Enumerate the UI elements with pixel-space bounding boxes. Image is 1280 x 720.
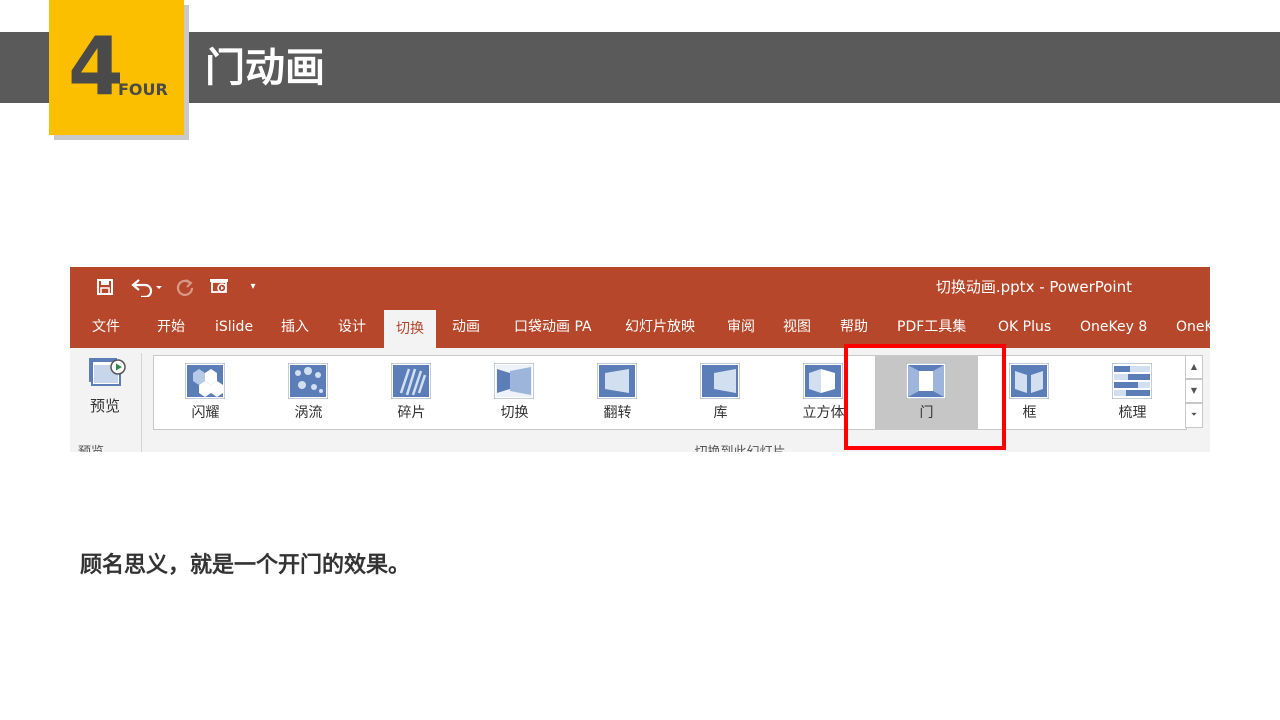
ribbon-tabs: 文件 开始 iSlide 插入 设计 切换 动画 口袋动画 PA 幻灯片放映 审…	[70, 307, 1210, 348]
tab-onekey[interactable]: OneKey	[1176, 307, 1210, 348]
section-word: FOUR	[118, 80, 168, 99]
box-icon	[1009, 363, 1049, 399]
effect-label: 库	[713, 405, 728, 421]
tab-design[interactable]: 设计	[338, 307, 366, 348]
effect-label: 翻转	[603, 405, 632, 421]
effect-vortex[interactable]: 涡流	[257, 356, 360, 429]
switch-icon	[494, 363, 534, 399]
effect-label: 切换	[500, 405, 529, 421]
effect-label: 闪耀	[191, 405, 220, 421]
effect-label: 梳理	[1118, 405, 1147, 421]
effect-shimmer[interactable]: 闪耀	[154, 356, 257, 429]
gallery-scroll: ▲ ▼ ⏷	[1185, 355, 1203, 428]
tab-view[interactable]: 视图	[783, 307, 811, 348]
tab-onekey-8[interactable]: OneKey 8	[1080, 307, 1147, 348]
tab-help[interactable]: 帮助	[840, 307, 868, 348]
preview-label: 预览	[89, 397, 120, 415]
preview-group-label: 预览	[78, 441, 104, 452]
powerpoint-ribbon: ▾ 切换动画.pptx - PowerPoint 文件 开始 iSlide 插入…	[70, 267, 1210, 452]
gallery-icon	[700, 363, 740, 399]
shimmer-icon	[185, 363, 225, 399]
shred-icon	[391, 363, 431, 399]
present-icon[interactable]	[208, 276, 232, 298]
title-bar: ▾ 切换动画.pptx - PowerPoint	[70, 267, 1210, 307]
highlight-box	[844, 344, 1006, 450]
transition-gallery: 闪耀 涡流 碎片 切换 翻转 库 立方体 门 框 梳理	[153, 355, 1187, 430]
slide-caption: 顾名思义，就是一个开门的效果。	[80, 553, 411, 578]
effect-label: 碎片	[397, 405, 426, 421]
tab-islide[interactable]: iSlide	[215, 307, 253, 348]
flip-icon	[597, 363, 637, 399]
save-icon[interactable]	[94, 276, 116, 298]
effect-label: 涡流	[294, 405, 323, 421]
cube-icon	[803, 363, 843, 399]
effect-comb[interactable]: 梳理	[1081, 356, 1184, 429]
expand-gallery-icon[interactable]: ⏷	[1185, 403, 1203, 428]
preview-icon	[89, 358, 126, 386]
customize-icon[interactable]: ▾	[246, 276, 260, 298]
redo-icon	[174, 276, 196, 298]
undo-icon[interactable]	[128, 276, 164, 299]
scroll-up-icon[interactable]: ▲	[1185, 355, 1203, 379]
tab-ok-plus[interactable]: OK Plus	[998, 307, 1051, 348]
section-number: 4	[68, 20, 124, 113]
tab-insert[interactable]: 插入	[281, 307, 309, 348]
tab-animations[interactable]: 动画	[452, 307, 480, 348]
header-band	[0, 32, 1280, 103]
effect-switch[interactable]: 切换	[463, 356, 566, 429]
scroll-down-icon[interactable]: ▼	[1185, 379, 1203, 403]
tab-slide-show[interactable]: 幻灯片放映	[625, 307, 695, 348]
tab-pdf-tools[interactable]: PDF工具集	[897, 307, 966, 348]
effect-flip[interactable]: 翻转	[566, 356, 669, 429]
vortex-icon	[288, 363, 328, 399]
document-title: 切换动画.pptx - PowerPoint	[935, 278, 1132, 296]
tab-home[interactable]: 开始	[157, 307, 185, 348]
page-title: 门动画	[205, 45, 325, 91]
tab-file[interactable]: 文件	[92, 307, 120, 348]
preview-button[interactable]: 预览	[80, 355, 130, 417]
tab-review[interactable]: 审阅	[727, 307, 755, 348]
comb-icon	[1112, 363, 1152, 399]
group-divider	[141, 353, 142, 452]
effect-gallery[interactable]: 库	[669, 356, 772, 429]
tab-pocket-animation[interactable]: 口袋动画 PA	[514, 307, 592, 348]
tab-transitions[interactable]: 切换	[384, 310, 436, 348]
effect-shred[interactable]: 碎片	[360, 356, 463, 429]
